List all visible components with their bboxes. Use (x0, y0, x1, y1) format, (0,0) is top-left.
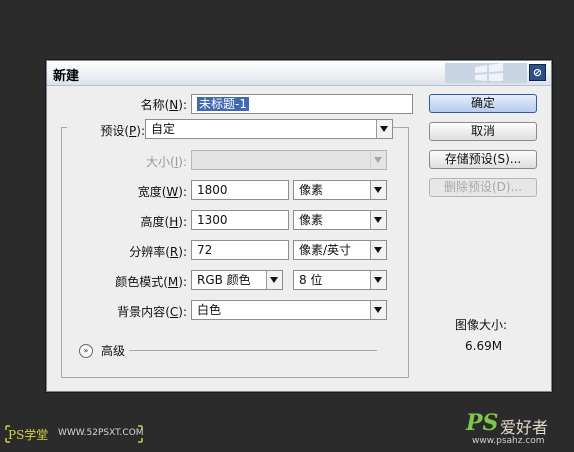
color-mode-value: RGB 颜色 (197, 273, 251, 287)
background-hotkey: C (169, 305, 179, 319)
chevron-down-icon[interactable] (370, 181, 386, 199)
resolution-unit-value: 像素/英寸 (299, 243, 352, 257)
background-value: 白色 (197, 303, 222, 317)
dialog-title: 新建 (53, 69, 80, 84)
chevron-down-icon[interactable] (376, 120, 392, 138)
size-select (191, 150, 387, 170)
size-hotkey: I (174, 155, 179, 169)
bit-depth-value: 8 位 (299, 273, 323, 287)
ok-button[interactable]: 确定 (429, 94, 537, 113)
background-label-text: 背景内容 (117, 305, 166, 319)
windows-logo-icon (445, 63, 527, 83)
height-input[interactable]: 1300 (191, 210, 289, 230)
chevron-down-icon[interactable] (370, 211, 386, 229)
image-size-value: 6.69M (465, 339, 503, 353)
name-input-value: 未标题-1 (197, 97, 249, 111)
watermark-left-url: WWW.52PSXT.COM (58, 428, 144, 438)
resolution-hotkey: R (169, 245, 179, 259)
resolution-label: 分辨率(R): (129, 245, 187, 259)
name-label: 名称(N): (140, 98, 187, 112)
watermark-right-brand: PS (466, 410, 499, 436)
height-label-text: 高度 (140, 215, 165, 229)
resolution-unit-select[interactable]: 像素/英寸 (293, 240, 387, 260)
chevron-down-icon[interactable] (370, 271, 386, 289)
size-label: 大小(I): (146, 155, 187, 169)
width-input[interactable]: 1800 (191, 180, 289, 200)
expand-advanced-icon[interactable]: » (79, 344, 93, 358)
delete-preset-button: 删除预设(D)... (429, 178, 537, 197)
name-hotkey: N (169, 98, 179, 112)
background-select[interactable]: 白色 (191, 300, 387, 320)
color-mode-select[interactable]: RGB 颜色 (191, 270, 283, 290)
height-unit-value: 像素 (299, 213, 324, 227)
preset-hotkey: P (129, 124, 137, 138)
preset-value: 自定 (151, 122, 176, 136)
width-hotkey: W (166, 185, 179, 199)
resolution-input[interactable]: 72 (191, 240, 289, 260)
save-preset-button[interactable]: 存储预设(S)... (429, 150, 537, 169)
height-label: 高度(H): (140, 215, 187, 229)
preset-label-text: 预设 (100, 124, 125, 138)
dialog-titlebar: 新建 ⊘ (47, 61, 551, 86)
preset-label: 预设(P): (67, 122, 147, 139)
chevron-down-icon (370, 151, 386, 169)
height-unit-select[interactable]: 像素 (293, 210, 387, 230)
width-label: 宽度(W): (137, 185, 187, 199)
color-mode-hotkey: M (167, 275, 179, 289)
color-mode-label: 颜色模式(M): (115, 275, 187, 289)
width-label-text: 宽度 (137, 185, 162, 199)
background-label: 背景内容(C): (117, 305, 187, 319)
chevron-down-icon[interactable] (370, 301, 386, 319)
size-label-text: 大小 (146, 155, 171, 169)
name-label-text: 名称 (140, 98, 165, 112)
width-unit-select[interactable]: 像素 (293, 180, 387, 200)
color-mode-label-text: 颜色模式 (115, 275, 164, 289)
cancel-button[interactable]: 取消 (429, 122, 537, 141)
close-icon[interactable]: ⊘ (529, 64, 546, 81)
name-input[interactable]: 未标题-1 (191, 94, 413, 114)
resolution-label-text: 分辨率 (129, 245, 166, 259)
advanced-divider (129, 350, 377, 351)
width-unit-value: 像素 (299, 183, 324, 197)
height-hotkey: H (169, 215, 179, 229)
watermark-right-url: www.psahz.com (472, 436, 545, 446)
advanced-label[interactable]: 高级 (101, 342, 125, 359)
chevron-down-icon[interactable] (370, 241, 386, 259)
new-document-dialog: 新建 ⊘ 名称(N): 未标题-1 预设(P): 自定 大小(I): 宽度(W)… (46, 60, 552, 392)
watermark-left-logo: PS学堂 (8, 428, 49, 442)
chevron-down-icon[interactable] (266, 271, 282, 289)
watermark-right-cn: 爱好者 (500, 418, 549, 437)
image-size-label: 图像大小: (455, 318, 508, 332)
bit-depth-select[interactable]: 8 位 (293, 270, 387, 290)
preset-select[interactable]: 自定 (145, 119, 393, 139)
